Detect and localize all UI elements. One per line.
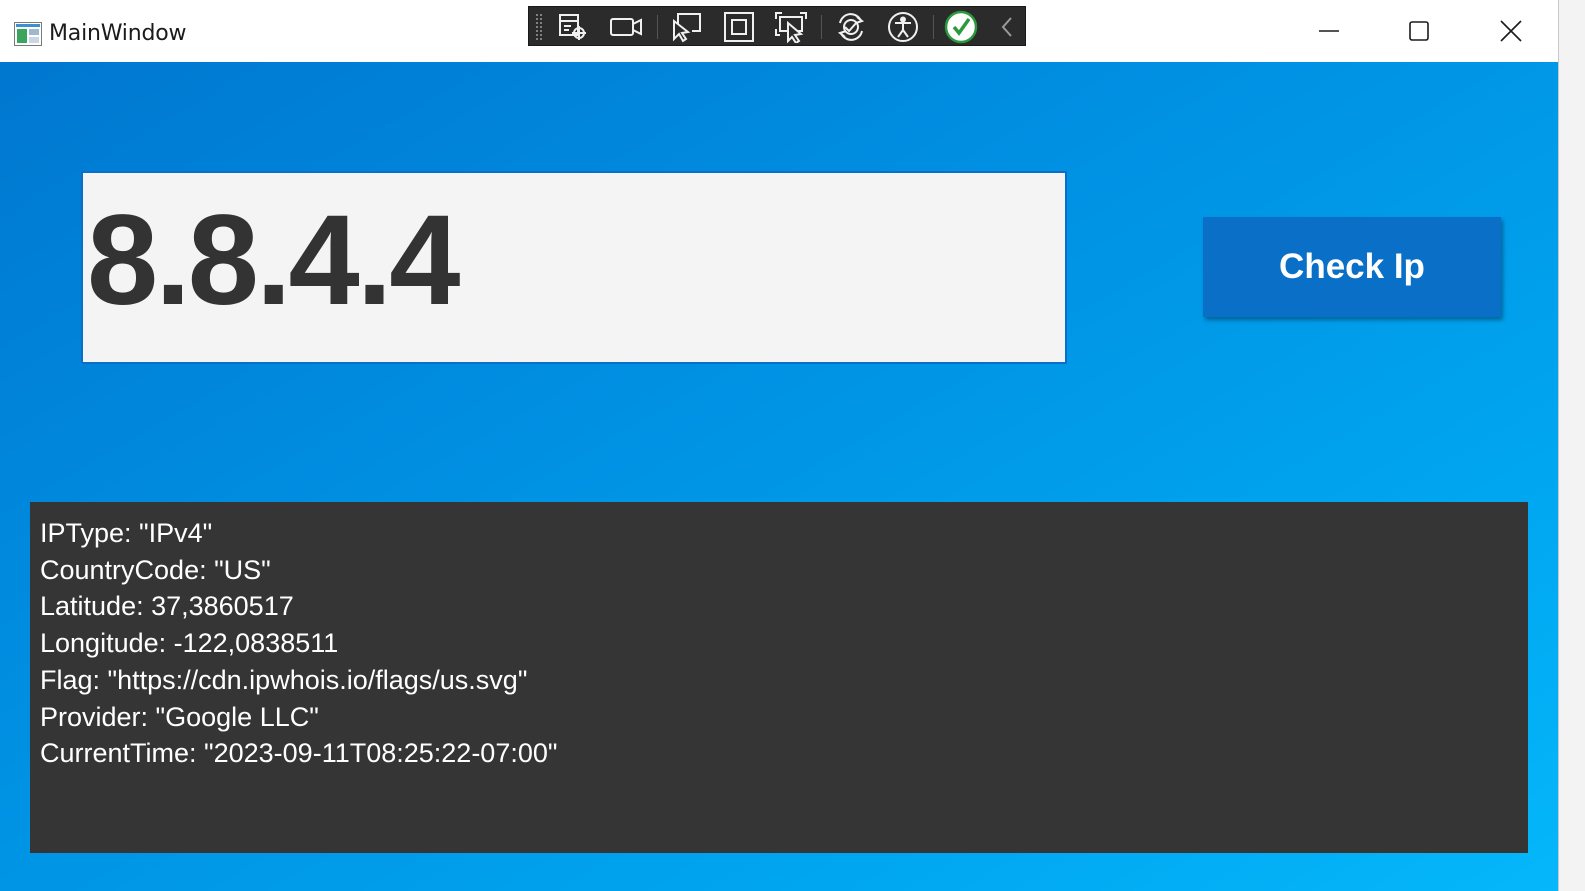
- minimize-button[interactable]: [1283, 0, 1375, 62]
- display-layout-adorners-icon[interactable]: [721, 10, 757, 44]
- result-line: CountryCode: "US": [40, 554, 271, 585]
- result-line: Provider: "Google LLC": [40, 701, 319, 732]
- result-panel: IPType: "IPv4" CountryCode: "US" Latitud…: [30, 502, 1528, 853]
- close-icon: [1500, 20, 1522, 42]
- binding-ok-icon[interactable]: [943, 10, 979, 44]
- minimize-icon: [1319, 30, 1339, 32]
- result-line: Longitude: -122,0838511: [40, 628, 339, 659]
- app-icon: [14, 22, 42, 46]
- result-list: IPType: "IPv4" CountryCode: "US" Latitud…: [40, 515, 557, 772]
- window-title: MainWindow: [49, 21, 187, 46]
- track-focused-element-icon[interactable]: [773, 10, 809, 44]
- title-bar[interactable]: MainWindow: [0, 0, 1558, 62]
- result-line: Latitude: 37,3860517: [40, 591, 294, 622]
- ip-input-value: 8.8.4.4: [87, 189, 460, 332]
- toolbar-separator: [821, 15, 822, 39]
- check-ip-button[interactable]: Check Ip: [1203, 217, 1501, 317]
- result-line: IPType: "IPv4": [40, 518, 213, 548]
- accessibility-checker-icon[interactable]: [885, 10, 921, 44]
- live-visual-tree-icon[interactable]: [555, 10, 591, 44]
- toolbar-grip-icon[interactable]: [535, 13, 543, 41]
- xaml-debug-toolbar: [528, 6, 1026, 46]
- toolbar-separator: [657, 15, 658, 39]
- close-button[interactable]: [1465, 0, 1557, 62]
- result-line: Flag: "https://cdn.ipwhois.io/flags/us.s…: [40, 664, 528, 695]
- hot-reload-icon[interactable]: [833, 10, 869, 44]
- main-window: MainWindow 8.8.4.4 Check Ip IPType: "IPv…: [0, 0, 1558, 891]
- result-line: CurrentTime: "2023-09-11T08:25:22-07:00": [40, 738, 558, 769]
- ip-input[interactable]: 8.8.4.4: [81, 171, 1067, 364]
- collapse-chevron-icon[interactable]: [993, 10, 1021, 44]
- record-icon[interactable]: [608, 10, 644, 44]
- background-window-edge: [1558, 0, 1585, 891]
- client-area: 8.8.4.4 Check Ip IPType: "IPv4" CountryC…: [0, 62, 1558, 891]
- select-element-icon[interactable]: [669, 10, 705, 44]
- toolbar-separator: [933, 15, 934, 39]
- maximize-icon: [1409, 21, 1429, 41]
- maximize-button[interactable]: [1373, 0, 1465, 62]
